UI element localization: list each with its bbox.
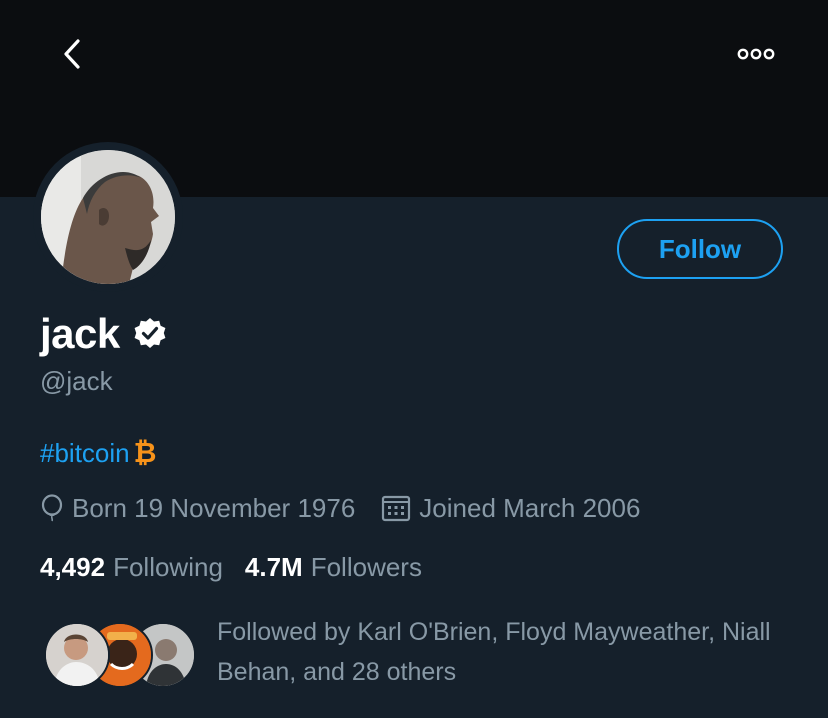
followers-count: 4.7M <box>244 551 303 582</box>
birthday-item: Born 19 November 1976 <box>40 493 355 524</box>
calendar-icon <box>382 495 411 522</box>
bitcoin-hashtag-link[interactable]: #bitcoin <box>40 438 130 469</box>
more-options-icon <box>737 48 775 60</box>
profile-meta: Born 19 November 1976 Joined March 2006 <box>40 490 640 526</box>
avatar-photo <box>41 150 175 284</box>
avatar <box>41 150 175 284</box>
profile-handle: @jack <box>40 366 113 396</box>
following-count: 4,492 <box>40 551 106 582</box>
birthday-text: Born 19 November 1976 <box>72 492 356 523</box>
more-options-button[interactable] <box>728 36 784 72</box>
follower-avatar <box>44 622 110 688</box>
balloon-icon <box>41 494 63 522</box>
profile-bio: #bitcoin ₿ <box>40 437 156 469</box>
profile-avatar[interactable] <box>33 142 183 292</box>
followed-by-avatars[interactable] <box>44 622 196 688</box>
joined-text: Joined March 2006 <box>419 492 641 523</box>
followed-by-text[interactable]: Followed by Karl O'Brien, Floyd Mayweath… <box>217 612 797 692</box>
chevron-left-icon <box>64 39 80 69</box>
following-stat[interactable]: 4,492 Following <box>40 552 223 583</box>
bitcoin-icon: ₿ <box>133 437 157 468</box>
back-button[interactable] <box>48 30 96 78</box>
follow-button[interactable]: Follow <box>617 219 783 279</box>
joined-item: Joined March 2006 <box>381 493 640 524</box>
followers-label: Followers <box>310 551 422 582</box>
profile-stats: 4,492 Following 4.7M Followers <box>40 550 422 584</box>
following-label: Following <box>113 551 223 582</box>
display-name: jack <box>40 310 120 357</box>
profile-name-row: jack <box>40 308 168 360</box>
verified-badge-icon <box>134 318 166 348</box>
followers-stat[interactable]: 4.7M Followers <box>245 552 422 583</box>
